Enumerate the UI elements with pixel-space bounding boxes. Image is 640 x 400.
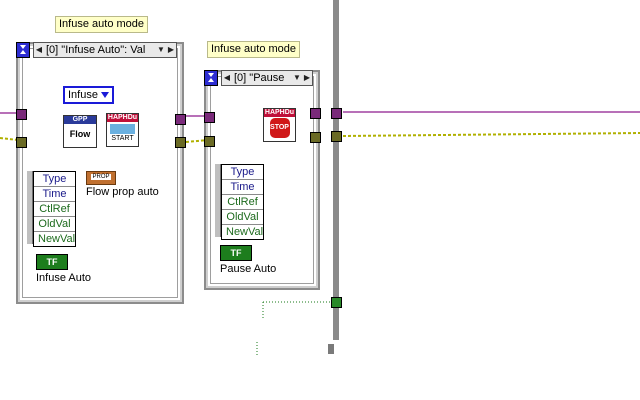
start-icon [110, 124, 135, 134]
event-data-node-left[interactable]: Type Time CtlRef OldVal NewVal [33, 171, 76, 247]
ring-value: Infuse [68, 89, 98, 101]
tunnel-right-in-err [204, 136, 215, 147]
case-selector-right[interactable]: ◀ [0] "Pause ▼ ▶ [221, 70, 313, 86]
next-case-icon-right[interactable]: ▶ [302, 71, 312, 85]
tunnel-loop-err [331, 131, 342, 142]
prop-node-inner: PROP [91, 174, 111, 180]
ev-ctlref-left: CtlRef [34, 202, 75, 217]
tunnel-left-out-ref [175, 114, 186, 125]
bool-const-left[interactable]: TF [36, 254, 68, 270]
ev-ctlref-right: CtlRef [222, 195, 263, 210]
prev-case-icon-right[interactable]: ◀ [222, 71, 232, 85]
hapdu-start-subvi[interactable]: HAPHDu START [106, 113, 139, 147]
tunnel-left-out-err [175, 137, 186, 148]
bool-const-right[interactable]: TF [220, 245, 252, 261]
timeout-terminal-right[interactable] [204, 70, 218, 86]
timeout-terminal-left[interactable] [16, 42, 30, 58]
bool-label-right: Pause Auto [220, 263, 277, 275]
ev-newval-left: NewVal [38, 233, 76, 245]
comment-left: Infuse auto mode [55, 16, 149, 33]
prop-node-label: Flow prop auto [86, 186, 159, 198]
ev-newval-right: NewVal [226, 226, 264, 238]
bool-wire [262, 301, 330, 320]
ev-time-right: Time [222, 180, 263, 195]
next-case-icon[interactable]: ▶ [166, 43, 176, 57]
gpp-header: GPP [64, 116, 96, 124]
tunnel-left-in-ref [16, 109, 27, 120]
stop-icon: STOP [269, 118, 290, 138]
case-dropdown-icon[interactable]: ▼ [156, 43, 166, 57]
event-data-node-right[interactable]: Type Time CtlRef OldVal NewVal [221, 164, 264, 240]
tunnel-left-in-err [16, 137, 27, 148]
hapdu-header: HAPHDu [107, 114, 138, 122]
comment-right: Infuse auto mode [207, 41, 301, 58]
tunnel-loop-stop [331, 297, 342, 308]
prop-node-icon[interactable]: PROP [86, 171, 116, 185]
infuse-ring-constant[interactable]: Infuse [63, 86, 114, 104]
tunnel-right-out-err [310, 132, 321, 143]
tunnel-right-in-ref [204, 112, 215, 123]
tunnel-right-out-ref [310, 108, 321, 119]
case-selector-label-right: [0] "Pause [234, 72, 285, 84]
case-selector-left[interactable]: ◀ [0] "Infuse Auto": Val ▼ ▶ [33, 42, 177, 58]
case-dropdown-icon-right[interactable]: ▼ [292, 71, 302, 85]
tunnel-loop-ref [331, 108, 342, 119]
hapdu-stop-subvi[interactable]: HAPHDu STOP [263, 108, 296, 142]
gpp-flow-subvi[interactable]: GPP Flow [63, 115, 97, 148]
ring-dropdown-icon [100, 92, 109, 98]
while-loop-border [333, 0, 339, 340]
ev-oldval-right: OldVal [222, 210, 263, 225]
ev-type-right: Type [222, 165, 263, 180]
flow-label: Flow [69, 129, 91, 139]
loop-stub [328, 344, 334, 354]
ev-oldval-left: OldVal [34, 217, 75, 232]
prev-case-icon[interactable]: ◀ [34, 43, 44, 57]
ev-time-left: Time [34, 187, 75, 202]
ev-type-left: Type [34, 172, 75, 187]
hapdu-header-right: HAPHDu [264, 109, 295, 117]
bool-label-left: Infuse Auto [36, 272, 92, 284]
start-label: START [111, 135, 134, 142]
case-selector-label: [0] "Infuse Auto": Val [46, 44, 146, 56]
